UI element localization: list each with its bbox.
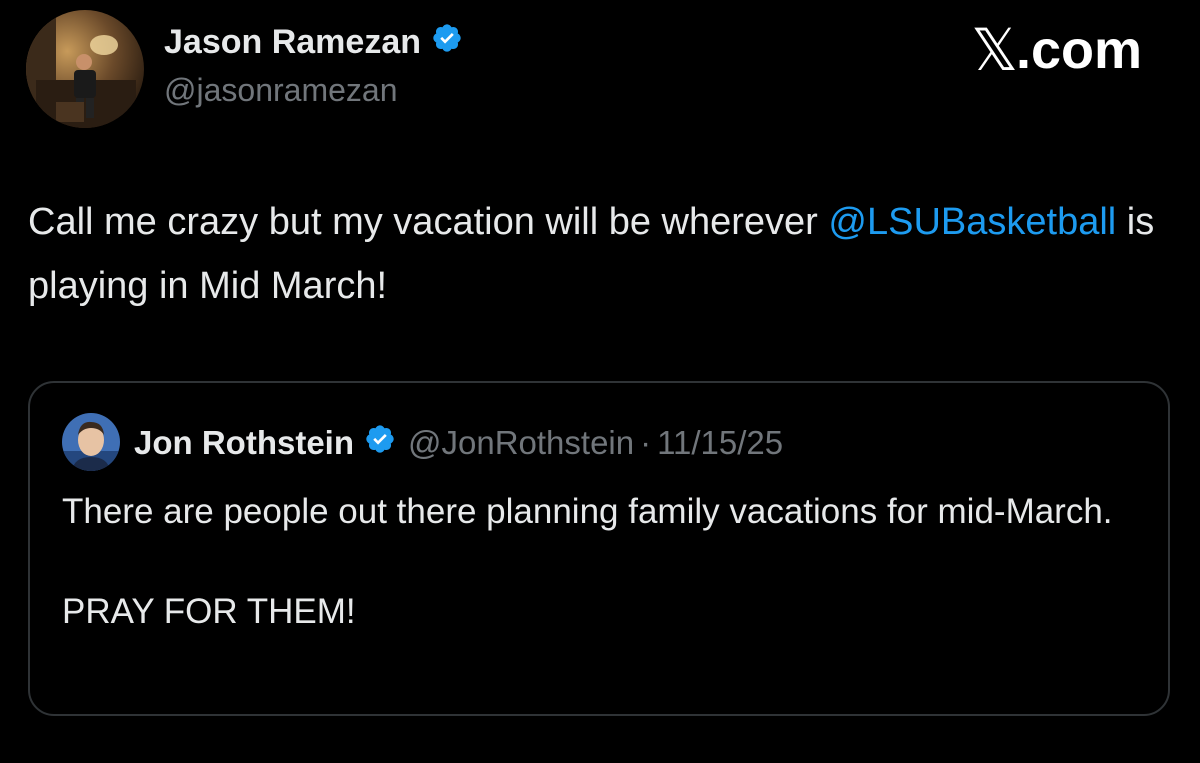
- author-handle[interactable]: @jasonramezan: [164, 72, 397, 109]
- tweet-text: Call me crazy but my vacation will be wh…: [28, 190, 1168, 318]
- author-avatar[interactable]: [26, 10, 144, 128]
- person-headshot-avatar-icon: [62, 413, 120, 471]
- verified-badge-icon: [431, 22, 463, 63]
- brand-domain: .com: [1015, 20, 1142, 80]
- separator-dot: ·: [640, 424, 652, 461]
- quoted-author-handle[interactable]: @JonRothstein: [408, 424, 634, 462]
- quoted-tweet-line-2: PRAY FOR THEM!: [62, 592, 356, 631]
- x-logo-icon: 𝕏: [971, 16, 1018, 84]
- mention-link[interactable]: @LSUBasketball: [828, 201, 1116, 243]
- tweet-text-before: Call me crazy but my vacation will be wh…: [28, 201, 829, 243]
- quoted-tweet-card[interactable]: Jon Rothstein @JonRothstein · 11/15/25 T…: [28, 381, 1170, 716]
- person-seated-avatar-icon: [26, 10, 144, 128]
- quoted-tweet-line-1: There are people out there planning fami…: [62, 492, 1113, 531]
- author-name-text[interactable]: Jason Ramezan: [164, 23, 421, 62]
- quoted-tweet-date[interactable]: 11/15/25: [657, 424, 783, 462]
- quoted-tweet-text: There are people out there planning fami…: [62, 487, 1142, 637]
- quoted-tweet-header: Jon Rothstein @JonRothstein · 11/15/25: [134, 423, 783, 463]
- author-name[interactable]: Jason Ramezan: [164, 22, 463, 63]
- quoted-author-avatar[interactable]: [62, 413, 120, 471]
- quoted-verified-badge-icon: [364, 423, 396, 463]
- quoted-author-name[interactable]: Jon Rothstein: [134, 424, 354, 462]
- x-logo: 𝕏 .com: [971, 16, 1142, 84]
